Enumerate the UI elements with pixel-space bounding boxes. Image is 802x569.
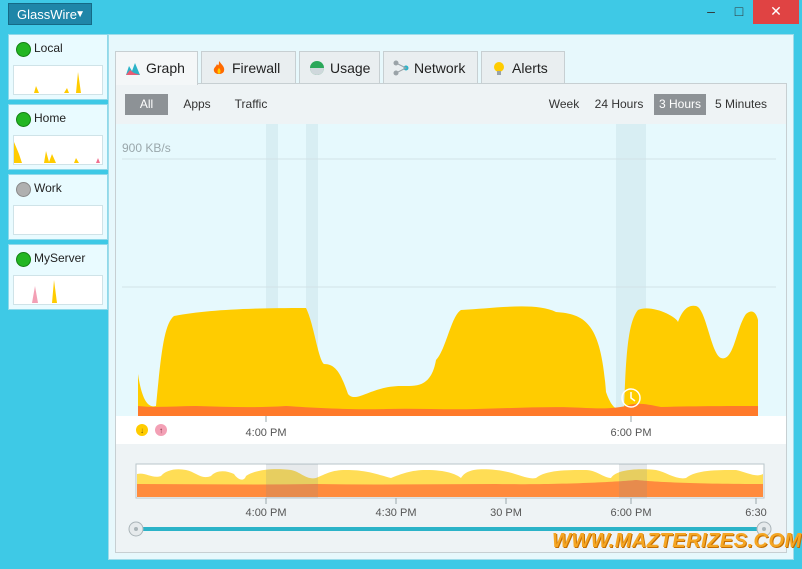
status-dot-icon	[16, 112, 31, 127]
tab-label: Graph	[146, 60, 185, 76]
network-card-local[interactable]: Local	[8, 34, 108, 100]
range-3h-button[interactable]: 3 Hours	[654, 94, 706, 115]
timeline-label: 4:00 PM	[246, 507, 287, 519]
range-5m-button[interactable]: 5 Minutes	[710, 94, 772, 115]
graph-icon	[126, 63, 140, 75]
timeline-label: 4:30 PM	[376, 507, 417, 519]
sparkline	[13, 205, 103, 235]
tab-alerts[interactable]: Alerts	[481, 51, 565, 84]
overview-selection[interactable]	[619, 464, 647, 498]
tab-usage[interactable]: Usage	[299, 51, 380, 84]
filter-traffic-button[interactable]: Traffic	[226, 94, 276, 115]
sparkline	[13, 275, 103, 305]
bulb-icon	[494, 62, 504, 75]
maximize-button[interactable]: □	[725, 0, 753, 24]
tab-network[interactable]: Network	[383, 51, 478, 84]
tab-label: Alerts	[512, 60, 548, 76]
timeline-label: 6:00 PM	[611, 507, 652, 519]
graph-panel: All Apps Traffic Week 24 Hours 3 Hours 5…	[115, 83, 787, 553]
title-bar: GlassWire ▼ – □ ✕	[0, 0, 802, 28]
close-button[interactable]: ✕	[753, 0, 799, 24]
tab-label: Network	[414, 60, 466, 76]
network-card-home[interactable]: Home	[8, 104, 108, 170]
status-dot-icon	[16, 182, 31, 197]
axis-label: 6:00 PM	[611, 427, 652, 439]
pie-icon	[310, 61, 324, 75]
tab-label: Firewall	[232, 60, 281, 76]
timeline-label: 6:30	[745, 507, 766, 519]
chevron-down-icon: ▼	[75, 9, 85, 20]
traffic-graph[interactable]: 900 KB/s ↓ ↑ 4:00 PM 6:00 PM	[116, 124, 786, 444]
network-name: Home	[34, 111, 67, 125]
network-name: Work	[34, 181, 62, 195]
axis-label: 4:00 PM	[246, 427, 287, 439]
timeline-label: 30 PM	[490, 507, 522, 519]
network-name: Local	[34, 41, 63, 55]
sparkline	[13, 65, 103, 95]
range-24h-button[interactable]: 24 Hours	[590, 94, 648, 115]
main-panel: Graph Firewall Usage Network Alerts All …	[108, 34, 794, 560]
app-menu-button[interactable]: GlassWire ▼	[8, 3, 92, 25]
flame-icon	[213, 61, 225, 74]
minimize-button[interactable]: –	[697, 0, 725, 24]
tab-label: Usage	[330, 60, 371, 76]
app-title: GlassWire	[17, 7, 77, 22]
watermark: WWW.MAZTERIZES.COM	[552, 530, 802, 552]
network-card-work[interactable]: Work	[8, 174, 108, 240]
sparkline	[13, 135, 103, 165]
range-week-button[interactable]: Week	[544, 94, 584, 115]
filter-all-button[interactable]: All	[125, 94, 168, 115]
status-dot-icon	[16, 42, 31, 57]
tab-graph[interactable]: Graph	[115, 51, 198, 85]
filter-apps-button[interactable]: Apps	[174, 94, 220, 115]
svg-text:↓: ↓	[140, 426, 144, 435]
network-card-myserver[interactable]: MyServer	[8, 244, 108, 310]
tab-firewall[interactable]: Firewall	[201, 51, 296, 84]
scale-label: 900 KB/s	[122, 141, 171, 155]
status-dot-icon	[16, 252, 31, 267]
axis-strip	[116, 416, 786, 444]
network-icon	[393, 60, 409, 76]
network-name: MyServer	[34, 251, 86, 265]
overview-selection[interactable]	[266, 464, 318, 498]
svg-text:↑: ↑	[159, 426, 163, 435]
download-area	[138, 305, 758, 416]
